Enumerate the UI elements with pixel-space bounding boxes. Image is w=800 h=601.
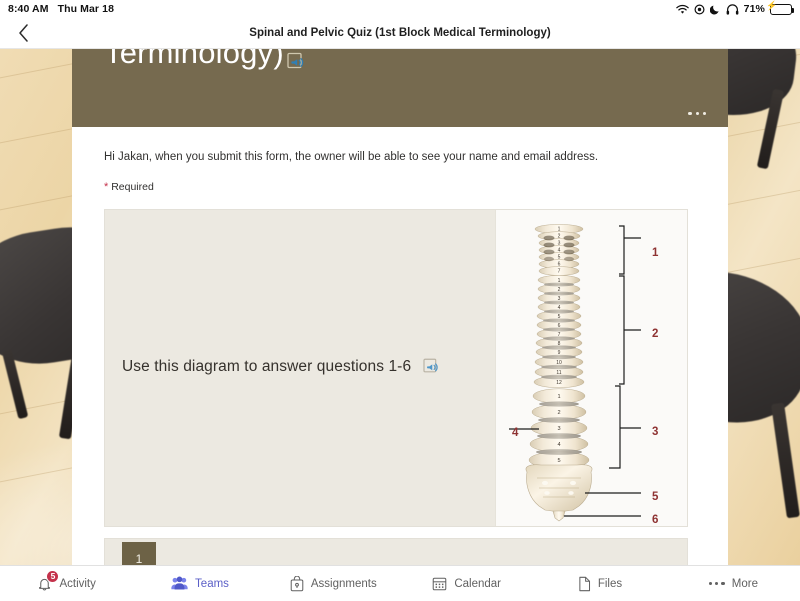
status-bar-left: 8:40 AM Thu Mar 18 <box>8 3 114 15</box>
svg-text:1: 1 <box>557 278 560 284</box>
status-bar: 8:40 AM Thu Mar 18 71% ⚡ <box>0 0 800 18</box>
svg-text:3: 3 <box>557 296 560 302</box>
svg-text:5: 5 <box>557 255 560 261</box>
svg-text:7: 7 <box>557 269 560 275</box>
question-card-text: Use this diagram to answer questions 1-6 <box>122 357 412 375</box>
activity-badge: 5 <box>46 569 60 583</box>
tab-teams[interactable]: Teams <box>133 566 266 601</box>
lumbar-vertebrae: 1 2 3 4 5 <box>528 388 589 472</box>
form-overflow-menu-button[interactable] <box>688 111 706 115</box>
spine-diagram: 1 2 3 4 5 6 7 1 2 3 4 5 6 7 8 9 10 11 12… <box>496 210 687 526</box>
form-body: Hi Jakan, when you submit this form, the… <box>72 149 728 565</box>
svg-text:4: 4 <box>557 248 560 254</box>
tab-activity[interactable]: 5 Activity <box>0 566 133 601</box>
svg-text:9: 9 <box>557 350 560 356</box>
svg-text:4: 4 <box>557 305 560 311</box>
moon-icon <box>709 4 721 15</box>
question-card-image-area[interactable]: 1 2 3 4 5 6 7 1 2 3 4 5 6 7 8 9 10 11 12… <box>495 210 687 527</box>
svg-text:2: 2 <box>557 410 560 416</box>
bell-icon: 5 <box>37 569 60 592</box>
tab-assignments-label: Assignments <box>310 577 377 590</box>
question-card-text-area: Use this diagram to answer questions 1-6 <box>105 210 495 526</box>
back-button[interactable] <box>0 18 46 49</box>
more-horizontal-icon <box>688 111 692 115</box>
svg-text:3: 3 <box>557 241 560 247</box>
banner-immersive-reader-button[interactable] <box>287 51 309 76</box>
status-bar-right: 71% ⚡ <box>675 1 795 15</box>
form-banner: Terminology) <box>72 49 728 127</box>
diagram-callout-6: 6 <box>652 514 659 527</box>
wifi-icon <box>675 4 689 15</box>
battery-charging-icon: ⚡ <box>766 1 795 15</box>
tab-calendar-label: Calendar <box>454 577 501 590</box>
form-banner-title: Terminology) <box>104 49 284 70</box>
diagram-callout-5: 5 <box>652 491 659 504</box>
battery-percent: 71% <box>743 3 765 15</box>
svg-text:4: 4 <box>557 442 560 448</box>
nav-bar: Spinal and Pelvic Quiz (1st Block Medica… <box>0 18 800 49</box>
diagram-callout-4: 4 <box>512 427 519 440</box>
tab-assignments[interactable]: Assignments <box>267 566 400 601</box>
immersive-reader-icon <box>287 52 304 69</box>
status-date: Thu Mar 18 <box>57 3 115 15</box>
tab-files[interactable]: Files <box>533 566 666 601</box>
svg-text:1: 1 <box>557 227 560 233</box>
required-note: * Required <box>104 181 696 193</box>
cervical-vertebrae: 1 2 3 4 5 6 7 <box>534 224 583 276</box>
tab-files-label: Files <box>597 577 623 590</box>
required-label: Required <box>111 181 154 194</box>
location-icon <box>694 3 705 15</box>
calendar-icon <box>432 576 447 591</box>
diagram-callout-2: 2 <box>652 328 659 341</box>
headphones-icon <box>726 3 739 15</box>
required-asterisk: * <box>104 181 109 194</box>
form-sheet: Terminology) Hi Jakan, when you submit t… <box>72 49 728 565</box>
svg-text:2: 2 <box>557 234 560 240</box>
bottom-tab-bar: 5 Activity Teams Assignments Calendar Fi… <box>0 565 800 601</box>
question-immersive-reader-button[interactable] <box>423 357 443 380</box>
thoracic-vertebrae: 12 34 56 78 910 1112 <box>533 275 584 389</box>
svg-text:11: 11 <box>556 370 561 376</box>
svg-text:6: 6 <box>557 262 560 268</box>
svg-text:6: 6 <box>557 323 560 329</box>
svg-text:3: 3 <box>557 426 560 432</box>
svg-text:5: 5 <box>557 458 560 464</box>
svg-text:10: 10 <box>556 360 562 366</box>
svg-text:5: 5 <box>557 314 560 320</box>
tab-teams-label: Teams <box>195 577 229 590</box>
tab-more[interactable]: More <box>667 566 800 601</box>
chevron-left-icon <box>18 24 28 42</box>
question-card-label: Use this diagram to answer questions 1-6 <box>122 357 443 380</box>
form-greeting-text: Hi Jakan, when you submit this form, the… <box>104 151 599 163</box>
file-icon <box>578 576 591 592</box>
app-root: 8:40 AM Thu Mar 18 71% ⚡ Spinal and Pelv… <box>0 0 800 601</box>
immersive-reader-icon <box>423 358 438 373</box>
assignments-icon <box>290 575 304 592</box>
sacrum-and-coccyx <box>525 464 592 522</box>
question-card-next[interactable]: 1 <box>104 538 688 565</box>
tab-activity-label: Activity <box>59 577 96 590</box>
question-number-chip: 1 <box>122 542 156 565</box>
spine-illustration: 1 2 3 4 5 6 7 12 34 56 78 910 1112 12 34… <box>508 224 641 522</box>
diagram-callout-1: 1 <box>652 247 659 260</box>
more-horizontal-icon <box>708 581 725 586</box>
svg-text:1: 1 <box>557 394 560 400</box>
svg-text:2: 2 <box>557 287 560 293</box>
svg-text:8: 8 <box>557 341 560 347</box>
svg-text:7: 7 <box>557 332 560 338</box>
question-card-diagram[interactable]: Use this diagram to answer questions 1-6 <box>104 209 688 528</box>
diagram-callout-3: 3 <box>652 426 659 439</box>
status-time: 8:40 AM <box>8 3 49 15</box>
tab-calendar[interactable]: Calendar <box>400 566 533 601</box>
tab-more-label: More <box>731 577 758 590</box>
people-icon <box>171 576 188 591</box>
svg-text:12: 12 <box>556 380 562 386</box>
page-title: Spinal and Pelvic Quiz (1st Block Medica… <box>249 27 551 39</box>
